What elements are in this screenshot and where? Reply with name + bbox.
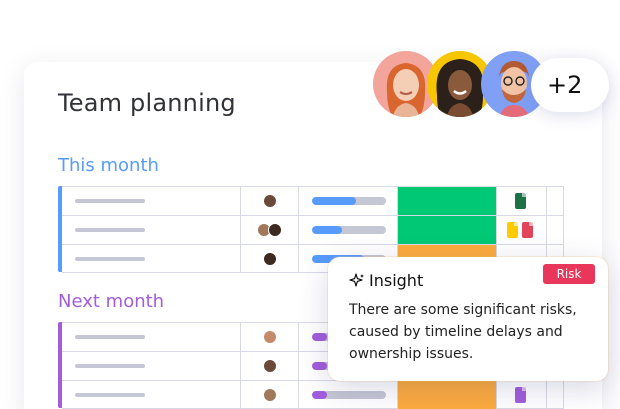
file-icon[interactable]: [515, 387, 526, 403]
item-name-cell[interactable]: [62, 381, 241, 409]
status-label[interactable]: [398, 381, 496, 409]
owner-avatar[interactable]: [263, 194, 277, 208]
item-name-placeholder: [75, 364, 145, 368]
group-label-this-month[interactable]: This month: [58, 155, 159, 176]
group-label-next-month[interactable]: Next month: [58, 291, 164, 312]
item-name-cell[interactable]: [62, 323, 241, 351]
file-icon[interactable]: [507, 222, 518, 238]
table-row[interactable]: [62, 186, 564, 215]
item-name-placeholder: [75, 228, 145, 232]
insight-text: There are some significant risks, caused…: [349, 302, 577, 362]
status-label[interactable]: [398, 187, 496, 215]
owner-cell[interactable]: [241, 187, 299, 215]
table-row[interactable]: [62, 380, 564, 409]
item-name-cell[interactable]: [62, 245, 241, 273]
progress-cell[interactable]: [299, 216, 398, 244]
owner-avatar[interactable]: [263, 330, 277, 344]
more-members-button[interactable]: +2: [531, 58, 609, 112]
item-name-placeholder: [75, 199, 145, 203]
owner-cell[interactable]: [241, 323, 299, 351]
owner-cell[interactable]: [241, 381, 299, 409]
item-name-placeholder: [75, 393, 145, 397]
status-cell[interactable]: [398, 216, 497, 244]
status-cell[interactable]: [398, 381, 497, 409]
sparkle-icon: [349, 273, 364, 287]
owner-avatar[interactable]: [263, 359, 277, 373]
risk-badge: Risk: [543, 264, 595, 284]
status-label[interactable]: [398, 216, 496, 244]
owner-avatar[interactable]: [268, 223, 282, 237]
files-cell[interactable]: [497, 216, 547, 244]
item-name-placeholder: [75, 335, 145, 339]
page-title: Team planning: [58, 89, 236, 117]
item-name-cell[interactable]: [62, 352, 241, 380]
progress-bar: [312, 197, 386, 205]
owner-cell[interactable]: [241, 245, 299, 273]
file-icon[interactable]: [522, 222, 533, 238]
item-name-cell[interactable]: [62, 216, 241, 244]
table-row[interactable]: [62, 215, 564, 244]
progress-bar: [312, 391, 386, 399]
progress-fill: [312, 391, 327, 399]
status-cell[interactable]: [398, 187, 497, 215]
add-column-cell[interactable]: [547, 187, 564, 215]
item-name-cell[interactable]: [62, 187, 241, 215]
add-column-cell[interactable]: [547, 381, 564, 409]
owner-avatar[interactable]: [263, 252, 277, 266]
file-icon[interactable]: [515, 193, 526, 209]
more-members-count: +2: [547, 71, 583, 99]
owner-avatar[interactable]: [263, 388, 277, 402]
add-column-cell[interactable]: [547, 216, 564, 244]
progress-fill: [312, 362, 327, 370]
progress-fill: [312, 226, 342, 234]
progress-bar: [312, 226, 386, 234]
progress-fill: [312, 333, 327, 341]
files-cell[interactable]: [497, 187, 547, 215]
insight-card[interactable]: Insight Risk There are some significant …: [328, 257, 608, 381]
insight-title: Insight: [369, 271, 424, 290]
files-cell[interactable]: [497, 381, 547, 409]
owner-cell[interactable]: [241, 216, 299, 244]
owner-cell[interactable]: [241, 352, 299, 380]
progress-cell[interactable]: [299, 187, 398, 215]
item-name-placeholder: [75, 257, 145, 261]
progress-cell[interactable]: [299, 381, 398, 409]
progress-fill: [312, 197, 357, 205]
